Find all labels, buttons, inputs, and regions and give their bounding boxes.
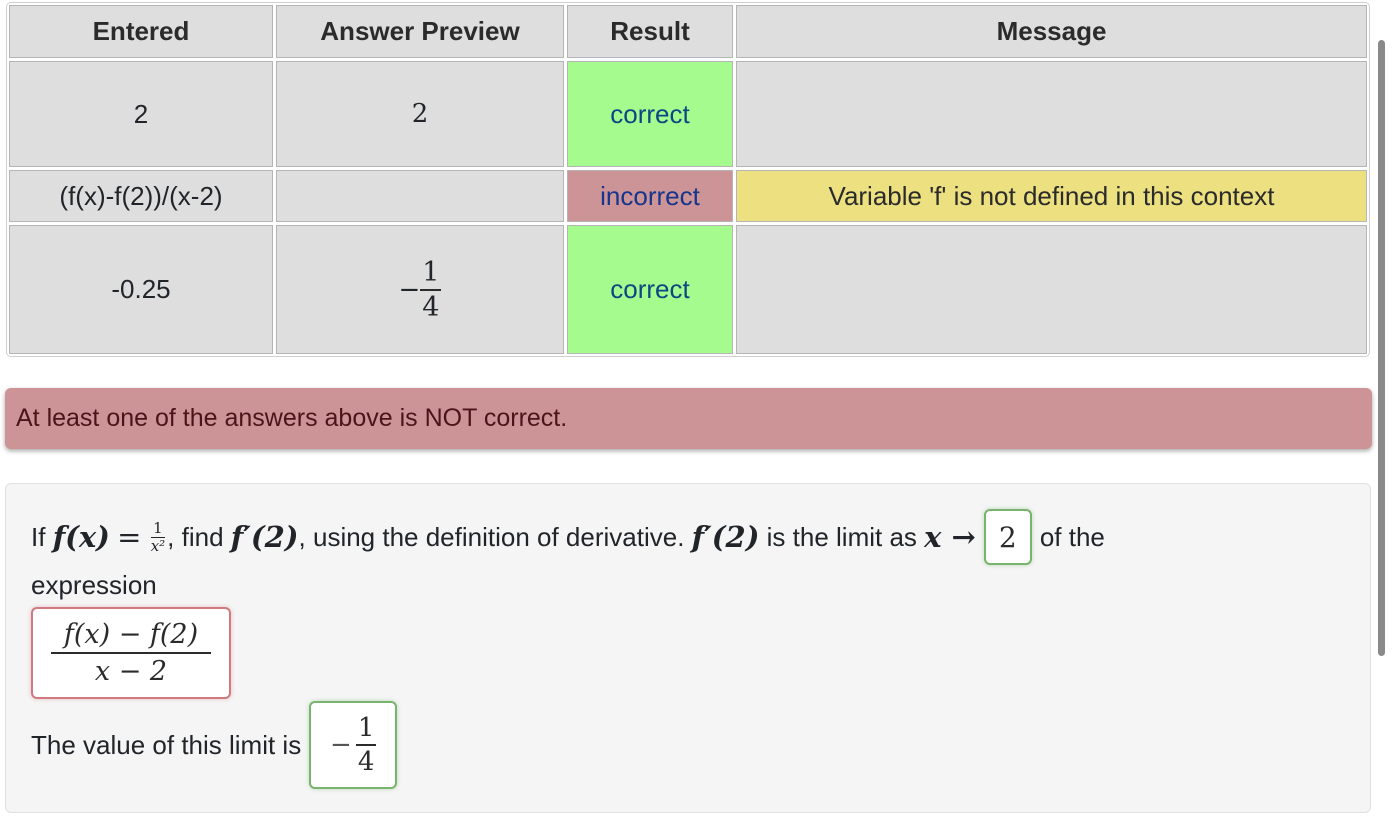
results-table: Entered Answer Preview Result Message 2 … — [7, 3, 1369, 356]
header-result: Result — [567, 5, 733, 58]
limit-denominator: 4 — [355, 744, 377, 775]
math-x-arrow: x → — [924, 520, 976, 554]
problem-text-find: , find — [167, 521, 224, 552]
limit-minus-sign: − — [330, 730, 352, 760]
message-cell-warning: Variable 'f' is not defined in this cont… — [736, 170, 1367, 222]
preview-cell — [276, 170, 564, 222]
answer-box-expression[interactable]: f(x) − f(2) x − 2 — [31, 607, 231, 699]
answer-box-limit-value[interactable]: − 1 4 — [309, 701, 398, 789]
limit-value-line: The value of this limit is − 1 4 — [31, 701, 398, 789]
preview-numerator: 1 — [422, 256, 440, 288]
table-row: (f(x)-f(2))/(x-2) incorrect Variable 'f'… — [9, 170, 1367, 222]
result-cell-incorrect: incorrect — [567, 170, 733, 222]
math-fx: f(x) — [52, 520, 110, 554]
expression-denominator: x − 2 — [51, 652, 211, 685]
table-row: -0.25 − 1 4 correct — [9, 225, 1367, 354]
message-cell — [736, 225, 1367, 354]
message-cell — [736, 61, 1367, 167]
expression-numerator: f(x) − f(2) — [63, 619, 199, 650]
math-fprime-2-b: f′(2) — [691, 520, 760, 554]
result-cell-correct: correct — [567, 61, 733, 167]
entered-cell: (f(x)-f(2))/(x-2) — [9, 170, 273, 222]
preview-cell: 2 — [276, 61, 564, 167]
problem-text-if: If — [31, 521, 46, 552]
function-definition-fraction: 1 x² — [150, 518, 166, 555]
page: Entered Answer Preview Result Message 2 … — [0, 0, 1393, 824]
vertical-scrollbar[interactable] — [1378, 40, 1385, 656]
entered-cell: -0.25 — [9, 225, 273, 354]
header-message: Message — [736, 5, 1367, 58]
table-header-row: Entered Answer Preview Result Message — [9, 5, 1367, 58]
problem-box: If f(x) = 1 x² , find f′(2) , using the … — [5, 483, 1371, 813]
header-entered: Entered — [9, 5, 273, 58]
math-fprime-2: f′(2) — [230, 520, 299, 554]
preview-denominator: 4 — [420, 288, 442, 321]
definition-numerator: 1 — [153, 518, 163, 537]
result-cell-correct: correct — [567, 225, 733, 354]
preview-fraction: 1 4 — [420, 256, 442, 321]
problem-text-definition: , using the definition of derivative. — [298, 521, 685, 552]
incorrect-alert: At least one of the answers above is NOT… — [5, 388, 1372, 449]
problem-text-value: The value of this limit is — [31, 729, 302, 760]
problem-text-expression: expression — [31, 570, 157, 600]
limit-numerator: 1 — [357, 713, 375, 743]
table-row: 2 2 correct — [9, 61, 1367, 167]
preview-minus-sign: − — [398, 274, 421, 305]
header-answer-preview: Answer Preview — [276, 5, 564, 58]
definition-denominator: x² — [150, 536, 166, 555]
results-table-container: Entered Answer Preview Result Message 2 … — [6, 2, 1370, 357]
answer-box-limit-point[interactable]: 2 — [983, 509, 1032, 565]
problem-text-limit: is the limit as — [766, 521, 917, 552]
preview-cell: − 1 4 — [276, 225, 564, 354]
math-equals: = — [117, 520, 142, 554]
problem-text-of-the: of the — [1039, 521, 1105, 552]
expression-fraction: f(x) − f(2) x − 2 — [51, 621, 211, 685]
problem-statement-line: If f(x) = 1 x² , find f′(2) , using the … — [31, 508, 1105, 566]
entered-cell: 2 — [9, 61, 273, 167]
limit-fraction: 1 4 — [355, 713, 377, 775]
